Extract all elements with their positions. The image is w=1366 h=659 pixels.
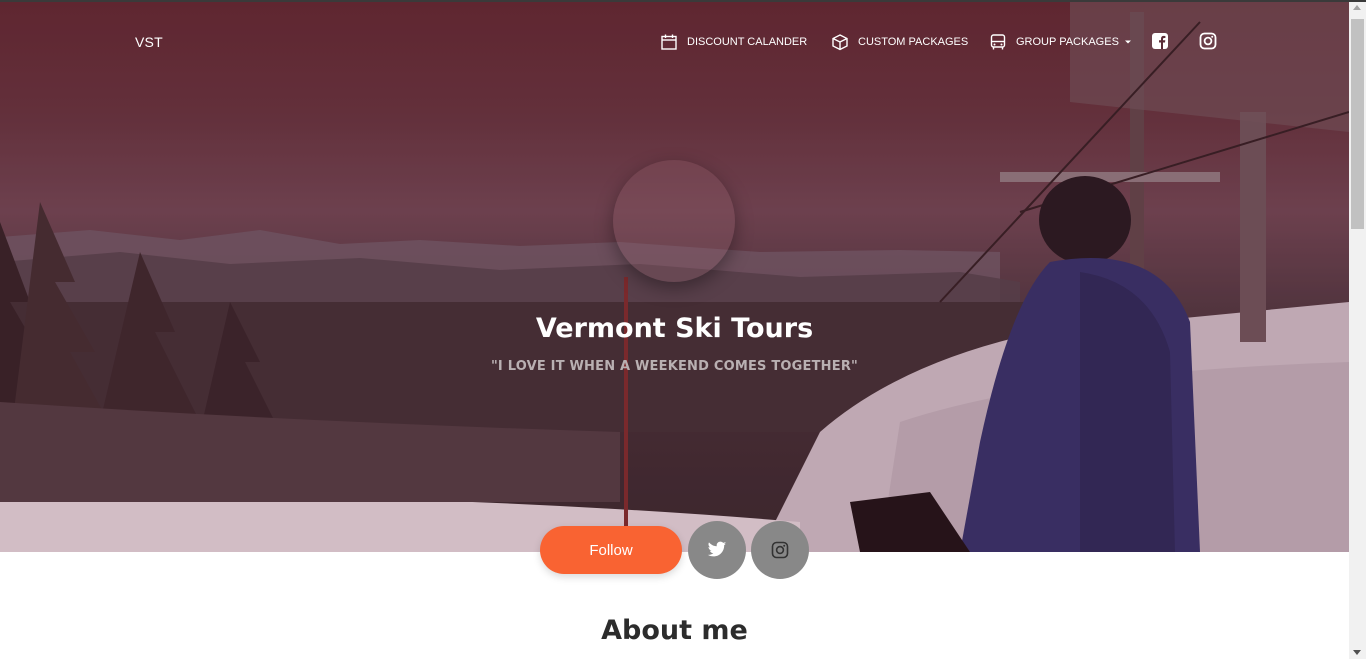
top-navbar: VST DISCOUNT CALANDER CUSTOM PACKAGES GR… <box>0 2 1349 82</box>
page-title: Vermont Ski Tours <box>535 313 814 344</box>
follow-button[interactable]: Follow <box>540 526 682 574</box>
twitter-button[interactable] <box>688 521 746 579</box>
nav-group-packages[interactable]: GROUP PACKAGES <box>989 32 1132 52</box>
window-top-border <box>0 0 1366 2</box>
page-scrollbar[interactable] <box>1349 2 1366 659</box>
nav-discount-calendar[interactable]: DISCOUNT CALANDER <box>660 32 807 52</box>
scroll-down-arrow-icon[interactable] <box>1353 650 1361 655</box>
instagram-icon[interactable] <box>1199 32 1217 50</box>
nav-label: CUSTOM PACKAGES <box>858 36 969 48</box>
about-heading: About me <box>601 615 748 646</box>
twitter-icon <box>707 541 727 557</box>
instagram-button[interactable] <box>751 521 809 579</box>
nav-label: DISCOUNT CALANDER <box>687 36 808 48</box>
scroll-thumb[interactable] <box>1351 19 1364 229</box>
facebook-icon[interactable] <box>1151 32 1169 50</box>
nav-custom-packages[interactable]: CUSTOM PACKAGES <box>831 32 968 52</box>
instagram-icon <box>771 541 789 559</box>
nav-label: GROUP PACKAGES <box>1016 36 1119 48</box>
bus-icon <box>990 34 1006 50</box>
scroll-up-arrow-icon[interactable] <box>1353 5 1361 10</box>
calendar-icon <box>661 34 677 50</box>
page-subtitle: "I LOVE IT WHEN A WEEKEND COMES TOGETHER… <box>490 359 859 374</box>
caret-down-icon <box>1124 40 1131 44</box>
box-icon <box>832 34 848 51</box>
brand-logo[interactable]: VST <box>135 34 163 50</box>
profile-avatar <box>613 160 735 282</box>
